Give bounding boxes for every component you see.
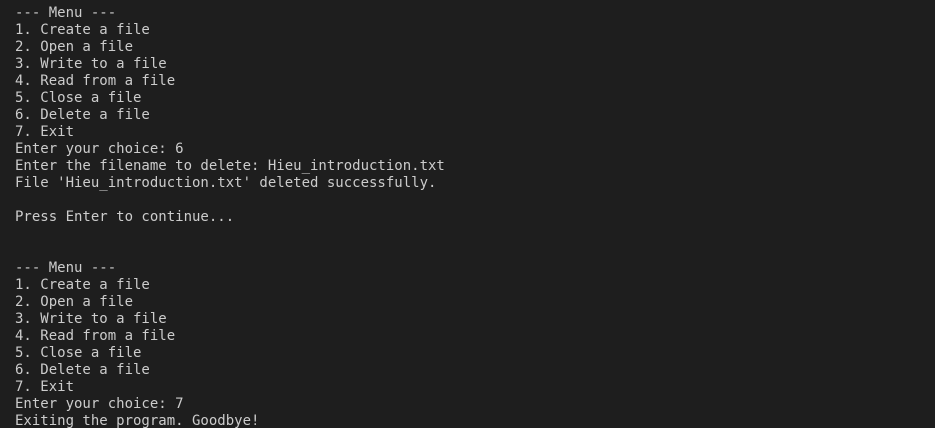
delete-success-message: File 'Hieu_introduction.txt' deleted suc…	[15, 175, 437, 191]
exit-message: Exiting the program. Goodbye!	[15, 413, 260, 428]
menu-option-exit: 7. Exit	[15, 124, 75, 140]
menu-option-read: 4. Read from a file	[15, 73, 176, 89]
menu-option-exit: 7. Exit	[15, 379, 75, 395]
menu-option-delete: 6. Delete a file	[15, 362, 150, 378]
menu-option-open: 2. Open a file	[15, 39, 134, 55]
menu-option-create: 1. Create a file	[15, 277, 150, 293]
menu-option-open: 2. Open a file	[15, 294, 134, 310]
menu-option-close: 5. Close a file	[15, 90, 142, 106]
menu-option-create: 1. Create a file	[15, 22, 150, 38]
choice-prompt: Enter your choice: 6	[15, 141, 184, 157]
menu-option-write: 3. Write to a file	[15, 311, 167, 327]
menu-option-delete: 6. Delete a file	[15, 107, 150, 123]
continue-prompt: Press Enter to continue...	[15, 209, 235, 225]
menu-header: --- Menu ---	[15, 5, 117, 21]
terminal-output[interactable]: --- Menu --- 1. Create a file 2. Open a …	[0, 0, 935, 428]
choice-prompt: Enter your choice: 7	[15, 396, 184, 412]
menu-option-close: 5. Close a file	[15, 345, 142, 361]
menu-option-write: 3. Write to a file	[15, 56, 167, 72]
menu-header: --- Menu ---	[15, 260, 117, 276]
filename-prompt: Enter the filename to delete: Hieu_intro…	[15, 158, 445, 174]
menu-option-read: 4. Read from a file	[15, 328, 176, 344]
